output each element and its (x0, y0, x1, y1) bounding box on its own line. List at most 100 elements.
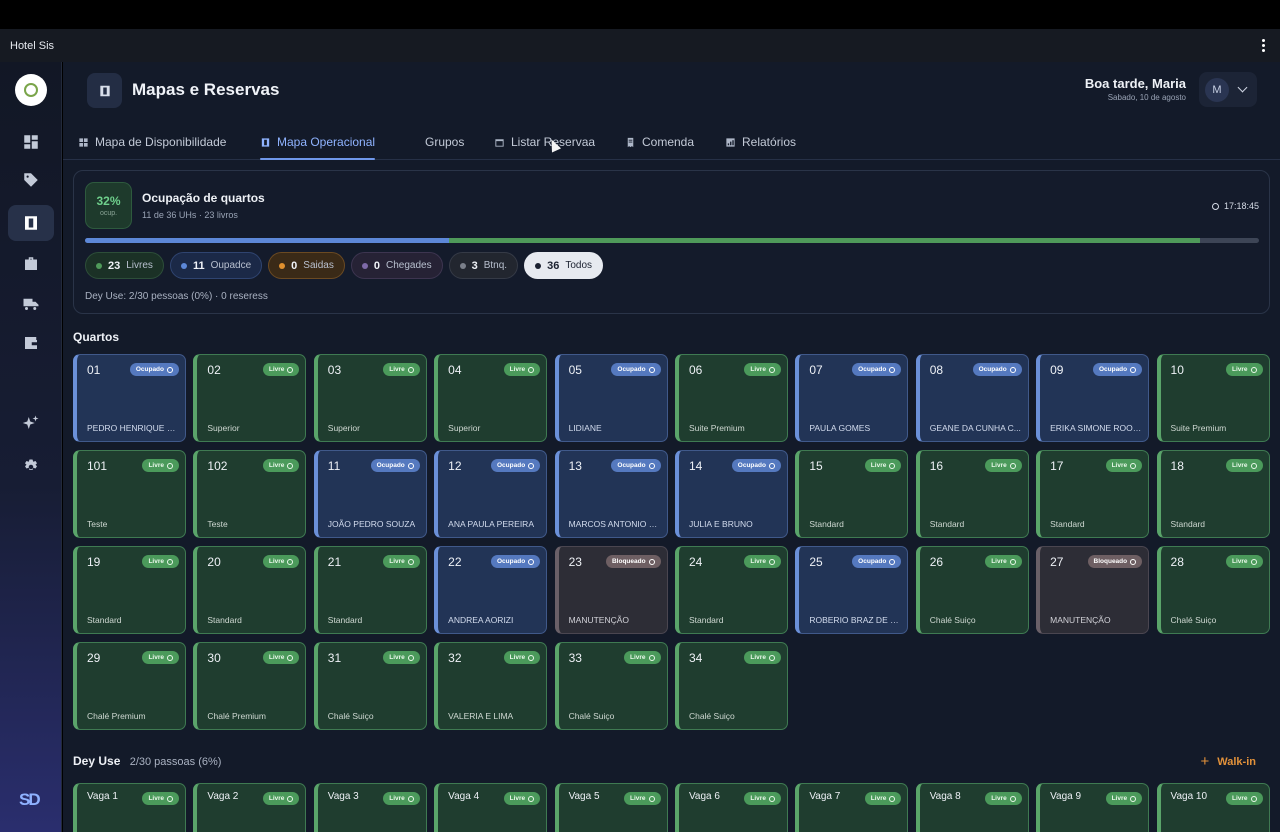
status-badge-label: Livre (389, 558, 405, 565)
room-card[interactable]: 25 Ocupado ROBERIO BRAZ DE D... (795, 546, 909, 634)
day-use-slot-card[interactable]: Vaga 1 Livre (73, 783, 186, 832)
occupancy-progress-bar (85, 238, 1259, 243)
day-use-slot-card[interactable]: Vaga 2 Livre (193, 783, 307, 832)
room-card[interactable]: 10 Livre Suite Premium (1156, 354, 1270, 442)
person-icon (1130, 366, 1137, 373)
room-card[interactable]: 15 Livre Standard (795, 450, 909, 538)
day-use-slot-card[interactable]: Vaga 6 Livre (674, 783, 788, 832)
room-card[interactable]: 03 Livre Superior (313, 354, 427, 442)
room-card[interactable]: 06 Livre Suite Premium (674, 354, 788, 442)
settings-icon[interactable] (8, 449, 54, 485)
filter-chip-grey[interactable]: 3 Btnq. (448, 252, 519, 279)
wallet-icon[interactable] (8, 325, 54, 361)
map-icon[interactable] (8, 205, 54, 241)
room-card[interactable]: 07 Ocupado PAULA GOMES (795, 354, 909, 442)
room-card[interactable]: 33 Livre Chalé Suiço (554, 642, 668, 730)
status-badge: Livre (985, 459, 1022, 472)
status-badge: Livre (864, 792, 902, 805)
tag-icon[interactable] (8, 162, 54, 198)
walk-in-label: Walk-in (1217, 755, 1256, 768)
day-use-slot-card[interactable]: Vaga 7 Livre (795, 783, 909, 832)
dashboard-icon[interactable] (8, 124, 54, 160)
check-circle-icon (287, 558, 294, 565)
room-card[interactable]: 28 Livre Chalé Suiço (1156, 546, 1270, 634)
room-card[interactable]: 101 Livre Teste (73, 450, 186, 538)
room-card[interactable]: 12 Ocupado ANA PAULA PEREIRA (434, 450, 548, 538)
status-badge: Livre (262, 651, 300, 664)
room-card[interactable]: 16 Livre Standard (915, 450, 1029, 538)
room-card[interactable]: 02 Livre Superior (193, 354, 307, 442)
walk-in-button[interactable]: + Walk-in (1201, 753, 1256, 770)
room-number: 03 (327, 363, 342, 377)
room-card[interactable]: 14 Ocupado JULIA E BRUNO (674, 450, 788, 538)
room-card[interactable]: 26 Livre Chalé Suiço (915, 546, 1029, 634)
hotel-logo[interactable] (15, 74, 47, 106)
status-dot-icon (459, 262, 466, 269)
room-card[interactable]: 08 Ocupado GEANE DA CUNHA C... (915, 354, 1029, 442)
sparkles-icon[interactable] (8, 405, 54, 441)
tab-mapa-operacional[interactable]: Mapa Operacional (260, 124, 376, 160)
room-card[interactable]: 09 Ocupado ERIKA SIMONE ROOR... (1036, 354, 1150, 442)
tab-label: Mapa de Disponibilidade (95, 135, 227, 149)
room-card[interactable]: 102 Livre Teste (193, 450, 307, 538)
more-options-icon[interactable] (1256, 39, 1270, 53)
tab-listar-reservas[interactable]: Listar Reservaa (494, 124, 595, 160)
room-number: 101 (87, 459, 108, 473)
room-card[interactable]: 05 Ocupado LIDIANE (554, 354, 668, 442)
map-icon (87, 73, 122, 108)
clock-icon (1211, 202, 1219, 210)
room-number: 14 (688, 459, 703, 473)
status-badge-label: Livre (509, 366, 526, 373)
room-card[interactable]: 31 Livre Chalé Suiço (313, 642, 427, 730)
day-use-slot-card[interactable]: Vaga 10 Livre (1156, 783, 1270, 832)
filter-chip-purple[interactable]: 0 Chegades (350, 252, 443, 279)
status-badge: Livre (624, 792, 661, 805)
slot-name: Vaga 5 (568, 791, 600, 802)
tab-grupos[interactable]: Grupos (425, 124, 464, 160)
tab-mapa-disponibilidade[interactable]: Mapa de Disponibilidade (78, 124, 226, 160)
room-card[interactable]: 21 Livre Standard (313, 546, 427, 634)
room-card[interactable]: 24 Livre Standard (674, 546, 788, 634)
room-card[interactable]: 11 Ocupado JOÃO PEDRO SOUZA (313, 450, 427, 538)
room-card[interactable]: 19 Livre Standard (73, 546, 186, 634)
filter-chip-blue[interactable]: 11 Oupadce (169, 252, 263, 279)
user-menu-button[interactable]: M (1199, 72, 1257, 107)
status-badge: Ocupado (731, 459, 781, 472)
room-number: 19 (87, 555, 101, 569)
room-card[interactable]: 18 Livre Standard (1156, 450, 1270, 538)
status-badge-label: Livre (630, 795, 646, 802)
room-card[interactable]: 04 Livre Superior (434, 354, 548, 442)
room-card[interactable]: 17 Livre Standard (1036, 450, 1150, 538)
room-card[interactable]: 20 Livre Standard (193, 546, 307, 634)
window-titlebar: Hotel Sis (0, 29, 1280, 62)
room-card[interactable]: 27 Bloqueado MANUTENÇÃO (1036, 546, 1150, 634)
room-card[interactable]: 22 Ocupado ANDREA AORIZI (434, 546, 548, 634)
day-use-slot-card[interactable]: Vaga 4 Livre (434, 783, 548, 832)
room-card[interactable]: 29 Livre Chalé Premium (73, 642, 186, 730)
filter-chip-all[interactable]: 36 Todos (524, 252, 604, 279)
room-label: ROBERIO BRAZ DE D... (809, 615, 902, 625)
room-card[interactable]: 13 Ocupado MARCOS ANTONIO C... (554, 450, 668, 538)
status-badge-label: Livre (148, 654, 164, 661)
tab-relatorios[interactable]: Relatórios (725, 124, 796, 160)
room-card[interactable]: 01 Ocupado PEDRO HENRIQUE SI... (73, 354, 186, 442)
status-badge: Livre (624, 651, 661, 664)
day-use-slot-card[interactable]: Vaga 3 Livre (313, 783, 427, 832)
check-circle-icon (768, 366, 775, 373)
status-badge: Livre (1225, 792, 1263, 805)
room-label: MANUTENÇÃO (1050, 615, 1111, 625)
room-card[interactable]: 32 Livre VALERIA E LIMA (434, 642, 548, 730)
room-card[interactable]: 23 Bloqueado MANUTENÇÃO (554, 546, 668, 634)
briefcase-icon[interactable] (8, 246, 54, 282)
room-card[interactable]: 30 Livre Chalé Premium (193, 642, 307, 730)
room-card[interactable]: 34 Livre Chalé Suiço (674, 642, 788, 730)
day-use-slot-card[interactable]: Vaga 9 Livre (1036, 783, 1150, 832)
truck-icon[interactable] (8, 286, 54, 322)
day-use-slot-card[interactable]: Vaga 8 Livre (915, 783, 1029, 832)
filter-chip-orange[interactable]: 0 Saidas (268, 252, 345, 279)
filter-chip-green[interactable]: 23 Livres (85, 252, 164, 279)
tab-comanda[interactable]: Comenda (625, 124, 694, 160)
check-circle-icon (768, 558, 775, 565)
tab-label: Grupos (425, 135, 465, 149)
day-use-slot-card[interactable]: Vaga 5 Livre (554, 783, 668, 832)
